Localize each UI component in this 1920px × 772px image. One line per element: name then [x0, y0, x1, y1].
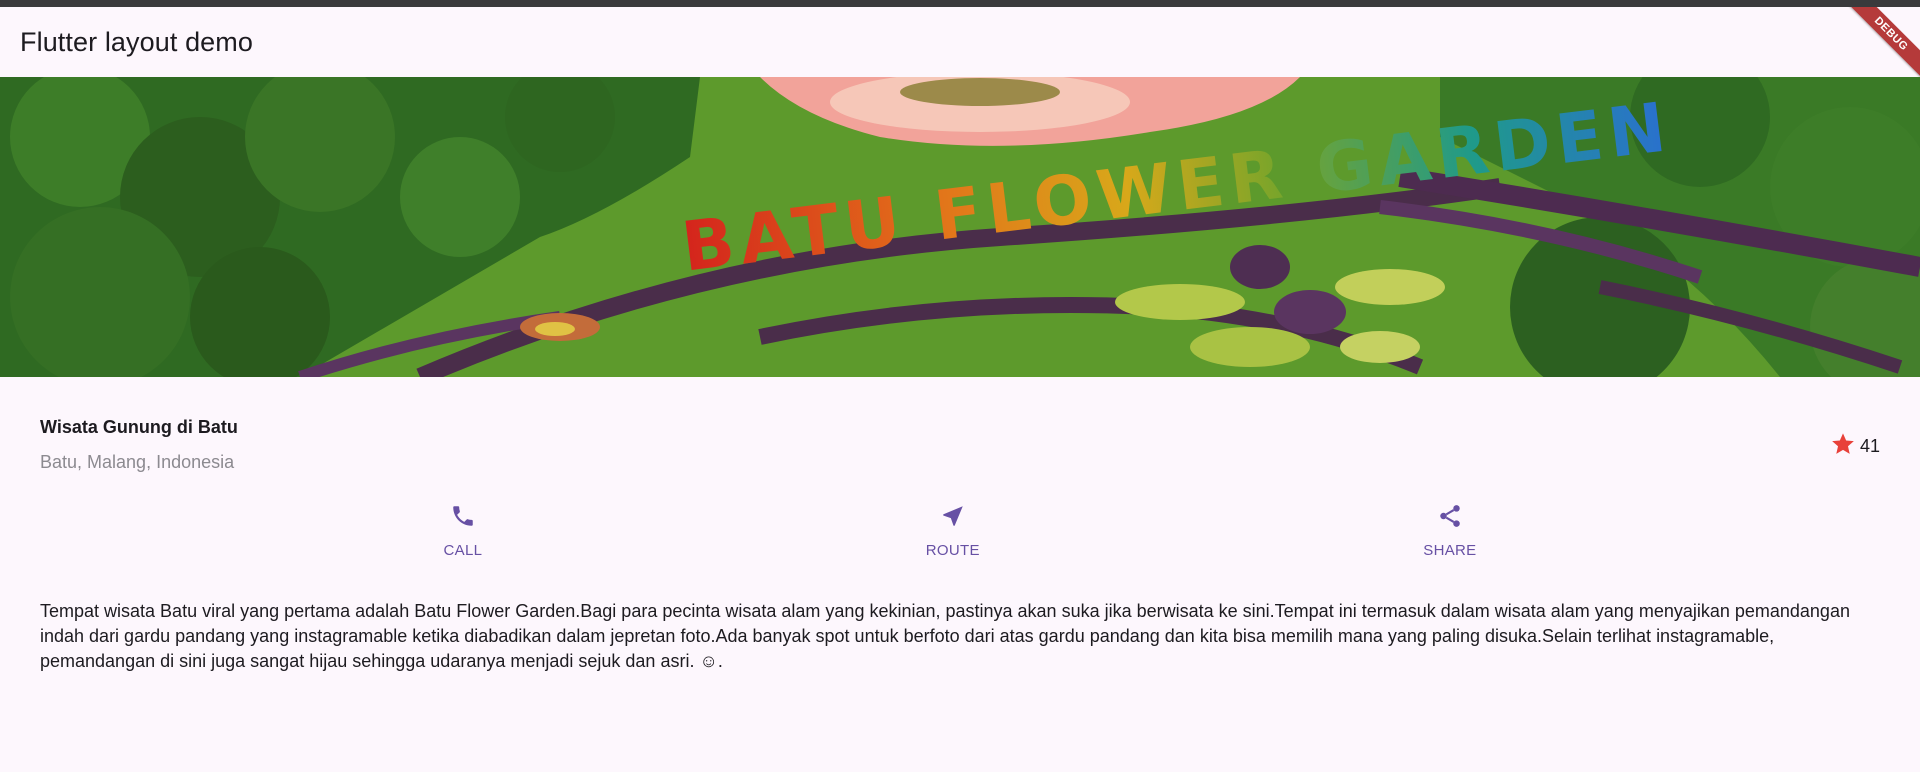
- app-bar: Flutter layout demo DEBUG: [0, 7, 1920, 80]
- share-label: SHARE: [1423, 542, 1477, 559]
- route-button[interactable]: ROUTE: [926, 503, 980, 559]
- page-title: Flutter layout demo: [20, 26, 254, 57]
- call-button[interactable]: CALL: [444, 503, 483, 559]
- rating-count: 41: [1859, 435, 1880, 456]
- share-button[interactable]: SHARE: [1423, 503, 1476, 559]
- call-label: CALL: [443, 542, 483, 559]
- description-text: Tempat wisata Batu viral yang pertama ad…: [40, 601, 1850, 671]
- action-buttons: CALL ROUTE SHARE: [0, 503, 1920, 559]
- route-label: ROUTE: [925, 542, 980, 559]
- debug-label: DEBUG: [1846, 7, 1920, 80]
- navigation-icon: [940, 503, 966, 534]
- debug-banner: DEBUG: [1846, 7, 1920, 81]
- star-icon: [1830, 431, 1856, 462]
- favorite-rating[interactable]: 41: [1830, 431, 1880, 462]
- location-name: Wisata Gunung di Batu: [40, 417, 238, 437]
- phone-icon: [450, 503, 476, 534]
- title-section: Wisata Gunung di Batu Batu, Malang, Indo…: [0, 377, 1920, 473]
- hero-image: BATU FLOWER GARDEN: [0, 77, 1920, 377]
- garden-photo: BATU FLOWER GARDEN: [0, 77, 1920, 377]
- location-subtitle: Batu, Malang, Indonesia: [40, 452, 235, 472]
- share-icon: [1437, 503, 1463, 534]
- location-info: Wisata Gunung di Batu Batu, Malang, Indo…: [40, 417, 238, 473]
- status-bar: [0, 0, 1920, 7]
